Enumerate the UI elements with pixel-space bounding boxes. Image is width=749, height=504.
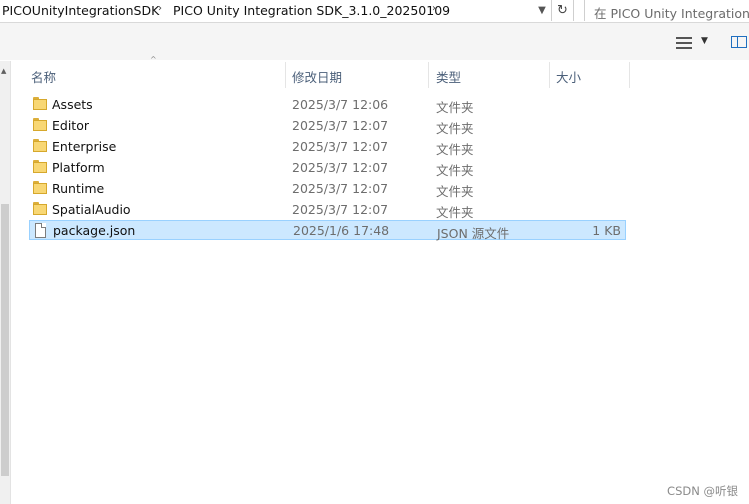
file-row[interactable]: Assets 2025/3/7 12:06 文件夹 xyxy=(29,94,626,115)
folder-icon xyxy=(33,202,47,215)
column-header-type[interactable]: 类型 xyxy=(429,62,549,88)
sort-ascending-icon: ^ xyxy=(150,55,157,64)
column-header-date[interactable]: 修改日期 xyxy=(286,62,428,88)
column-header-type-label: 类型 xyxy=(436,70,462,85)
file-date: 2025/3/7 12:07 xyxy=(292,118,389,133)
file-row-selected[interactable]: package.json 2025/1/6 17:48 JSON 源文件 1 K… xyxy=(29,220,626,241)
file-row[interactable]: SpatialAudio 2025/3/7 12:07 文件夹 xyxy=(29,199,626,220)
file-date: 2025/3/7 12:07 xyxy=(292,160,389,175)
file-size: 1 KB xyxy=(592,223,621,238)
nav-pane-scrollbar[interactable]: ▲ xyxy=(0,61,11,504)
chevron-down-icon[interactable]: ▼ xyxy=(534,2,550,19)
file-date: 2025/3/7 12:07 xyxy=(292,181,389,196)
file-row[interactable]: Runtime 2025/3/7 12:07 文件夹 xyxy=(29,178,626,199)
breadcrumb-root[interactable]: PICOUnityIntegrationSDK xyxy=(2,3,159,18)
column-header-date-label: 修改日期 xyxy=(292,70,343,85)
address-bar-row: PICOUnityIntegrationSDK › PICO Unity Int… xyxy=(0,0,749,23)
file-date: 2025/3/7 12:07 xyxy=(292,139,389,154)
file-name: package.json xyxy=(53,223,136,238)
watermark: CSDN @听银 xyxy=(667,484,738,498)
file-row[interactable]: Enterprise 2025/3/7 12:07 文件夹 xyxy=(29,136,626,157)
scroll-up-icon[interactable]: ▲ xyxy=(1,67,6,75)
folder-icon xyxy=(33,118,47,131)
column-header-size-label: 大小 xyxy=(556,70,582,85)
file-name: Runtime xyxy=(52,181,105,196)
folder-icon xyxy=(33,97,47,110)
search-placeholder: 在 PICO Unity Integration S xyxy=(594,6,749,21)
details-view-icon xyxy=(676,37,692,49)
file-type: 文件夹 xyxy=(436,142,474,157)
file-name: Platform xyxy=(52,160,105,175)
file-name: Assets xyxy=(52,97,93,112)
scrollbar-thumb[interactable] xyxy=(1,204,9,476)
column-divider[interactable] xyxy=(629,62,630,88)
folder-icon xyxy=(33,160,47,173)
file-date: 2025/3/7 12:06 xyxy=(292,97,389,112)
file-name: Editor xyxy=(52,118,89,133)
file-row[interactable]: Editor 2025/3/7 12:07 文件夹 xyxy=(29,115,626,136)
address-bar[interactable]: PICOUnityIntegrationSDK › PICO Unity Int… xyxy=(0,0,552,21)
file-type: 文件夹 xyxy=(436,184,474,199)
breadcrumb-separator-icon[interactable]: › xyxy=(432,3,436,14)
file-date: 2025/3/7 12:07 xyxy=(292,202,389,217)
breadcrumb-current[interactable]: PICO Unity Integration SDK_3.1.0_2025010… xyxy=(173,3,450,18)
search-input[interactable]: 在 PICO Unity Integration S xyxy=(584,0,749,21)
file-type: 文件夹 xyxy=(436,121,474,136)
chevron-down-icon: ▼ xyxy=(701,36,708,46)
file-date: 2025/1/6 17:48 xyxy=(293,223,390,238)
file-name: Enterprise xyxy=(52,139,117,154)
folder-icon xyxy=(33,139,47,152)
file-type: 文件夹 xyxy=(436,100,474,115)
file-row[interactable]: Platform 2025/3/7 12:07 文件夹 xyxy=(29,157,626,178)
view-options-button[interactable]: ▼ xyxy=(676,36,716,50)
breadcrumb-separator-icon[interactable]: › xyxy=(158,3,162,14)
column-header-name[interactable]: 名称 xyxy=(29,62,285,88)
column-header-size[interactable]: 大小 xyxy=(550,62,629,88)
view-toolbar: ▼ xyxy=(0,23,749,60)
file-name: SpatialAudio xyxy=(52,202,131,217)
column-header-name-label: 名称 xyxy=(31,70,57,85)
file-type: JSON 源文件 xyxy=(437,226,510,241)
preview-pane-icon[interactable] xyxy=(731,36,747,48)
file-type: 文件夹 xyxy=(436,205,474,220)
refresh-icon[interactable]: ↻ xyxy=(552,0,574,21)
file-icon xyxy=(35,223,46,238)
file-type: 文件夹 xyxy=(436,163,474,178)
folder-icon xyxy=(33,181,47,194)
